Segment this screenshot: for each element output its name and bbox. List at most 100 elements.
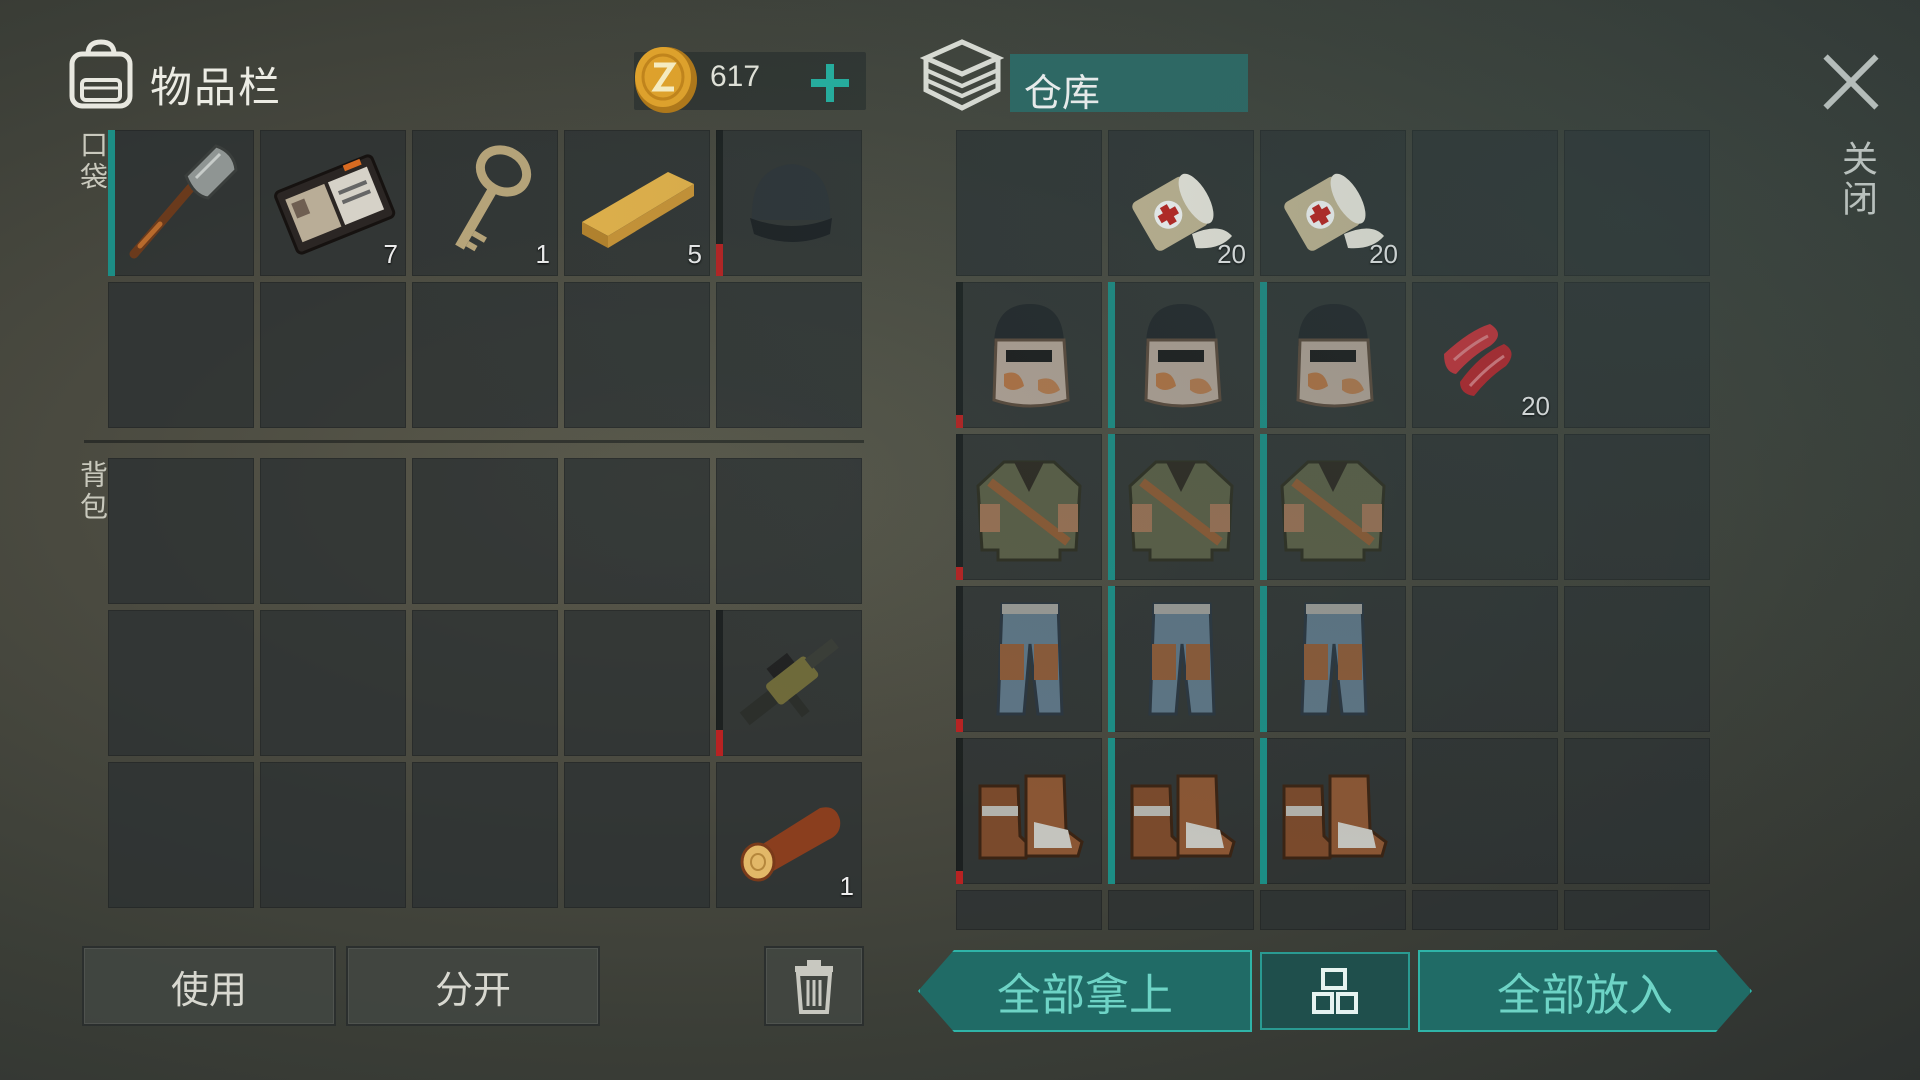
inventory-slot[interactable] — [108, 130, 254, 276]
storage-slot[interactable] — [956, 282, 1102, 428]
item-count: 7 — [383, 239, 398, 269]
log-icon — [740, 807, 841, 882]
inventory-slot[interactable] — [412, 762, 558, 908]
inventory-slot[interactable]: 5 — [564, 130, 710, 276]
storage-slot[interactable] — [1412, 890, 1558, 930]
storage-slot[interactable] — [1108, 282, 1254, 428]
storage-slot[interactable] — [1108, 434, 1254, 580]
inventory-slot[interactable]: 7 — [260, 130, 406, 276]
armored-pants-icon — [996, 602, 1064, 716]
storage-slot[interactable] — [1564, 282, 1710, 428]
storage-slot[interactable] — [1108, 586, 1254, 732]
armored-jacket-icon — [1128, 460, 1234, 562]
inventory-slot[interactable] — [564, 610, 710, 756]
armored-pants-icon — [1300, 602, 1368, 716]
storage-slot[interactable] — [1564, 130, 1710, 276]
grid-view-button[interactable] — [1260, 952, 1410, 1030]
inventory-slot[interactable] — [412, 282, 558, 428]
storage-slot[interactable] — [956, 890, 1102, 930]
storage-slot[interactable] — [1412, 586, 1558, 732]
storage-slot[interactable] — [1564, 890, 1710, 930]
inventory-slot[interactable] — [564, 282, 710, 428]
inventory-slot[interactable] — [716, 282, 862, 428]
inventory-slot[interactable] — [260, 762, 406, 908]
durability-bar — [716, 729, 723, 756]
armored-boots-icon — [1130, 774, 1236, 860]
storage-slot[interactable]: 20 — [1412, 282, 1558, 428]
take-all-button[interactable]: 全部拿上 — [918, 950, 1252, 1032]
inventory-slot[interactable] — [716, 610, 862, 756]
coin-amount: 617 — [710, 60, 761, 93]
storage-slot[interactable] — [1412, 738, 1558, 884]
storage-slot[interactable]: 20 — [1108, 130, 1254, 276]
shovel-icon — [129, 144, 238, 259]
armored-boots-icon — [1282, 774, 1388, 860]
storage-slot[interactable] — [1412, 434, 1558, 580]
coin-icon — [635, 47, 697, 113]
durability-bar — [716, 243, 723, 276]
storage-slot[interactable] — [1564, 586, 1710, 732]
storage-slot[interactable] — [1260, 738, 1406, 884]
durability-bar — [956, 566, 963, 580]
armored-helmet-icon — [1296, 304, 1374, 408]
inventory-slot[interactable] — [564, 458, 710, 604]
storage-slot[interactable] — [956, 738, 1102, 884]
grenade-launcher-icon — [739, 638, 839, 726]
storage-slot[interactable] — [1564, 434, 1710, 580]
put-all-button[interactable]: 全部放入 — [1418, 950, 1752, 1032]
durability-bar — [956, 870, 963, 884]
close-label[interactable]: 关闭 — [1830, 140, 1882, 220]
storage-slot[interactable] — [1564, 738, 1710, 884]
durability-track — [956, 738, 963, 884]
durability-bar — [108, 130, 115, 276]
inventory-slot[interactable] — [716, 130, 862, 276]
armored-jacket-icon — [1280, 460, 1386, 562]
durability-bar — [1260, 282, 1267, 428]
inventory-slot[interactable] — [564, 762, 710, 908]
inventory-slot[interactable] — [108, 282, 254, 428]
inventory-slot[interactable]: 1 — [412, 130, 558, 276]
pocket-section-label: 口袋 — [76, 130, 109, 194]
inventory-slot[interactable] — [412, 458, 558, 604]
key-icon — [455, 145, 532, 252]
storage-slot[interactable]: 20 — [1260, 130, 1406, 276]
inventory-slot[interactable] — [108, 610, 254, 756]
inventory-slot[interactable] — [260, 458, 406, 604]
armored-jacket-icon — [976, 460, 1082, 562]
storage-slot[interactable] — [956, 586, 1102, 732]
storage-title: 仓库 — [1024, 71, 1101, 115]
armored-helmet-icon — [992, 304, 1070, 408]
storage-slot[interactable] — [1260, 890, 1406, 930]
inventory-slot[interactable]: 1 — [716, 762, 862, 908]
inventory-slot[interactable] — [716, 458, 862, 604]
storage-box-icon — [920, 39, 1004, 111]
wood-plank-icon — [582, 172, 694, 248]
inventory-slot[interactable] — [108, 762, 254, 908]
inventory-slot[interactable] — [260, 282, 406, 428]
armored-pants-icon — [1148, 602, 1216, 716]
inventory-slot[interactable] — [108, 458, 254, 604]
inventory-slot[interactable] — [260, 610, 406, 756]
beanie-hat-icon — [750, 164, 832, 242]
item-count: 20 — [1217, 239, 1246, 269]
durability-bar — [1108, 586, 1115, 732]
pocket-grid: 7 1 5 — [108, 130, 862, 428]
durability-bar — [1108, 738, 1115, 884]
storage-slot[interactable] — [1108, 738, 1254, 884]
storage-slot[interactable] — [956, 130, 1102, 276]
inventory-slot[interactable] — [412, 610, 558, 756]
add-coins-button[interactable] — [804, 52, 866, 110]
close-button[interactable] — [1820, 50, 1884, 114]
storage-slot[interactable] — [1260, 586, 1406, 732]
storage-slot[interactable] — [1260, 434, 1406, 580]
storage-slot[interactable] — [1260, 282, 1406, 428]
backpack-section-label: 背包 — [76, 460, 109, 524]
split-button[interactable]: 分开 — [346, 946, 600, 1026]
storage-slot[interactable] — [1412, 130, 1558, 276]
durability-bar — [1260, 586, 1267, 732]
item-count: 20 — [1521, 391, 1550, 421]
storage-slot[interactable] — [956, 434, 1102, 580]
trash-button[interactable] — [764, 946, 864, 1026]
use-button[interactable]: 使用 — [82, 946, 336, 1026]
storage-slot[interactable] — [1108, 890, 1254, 930]
